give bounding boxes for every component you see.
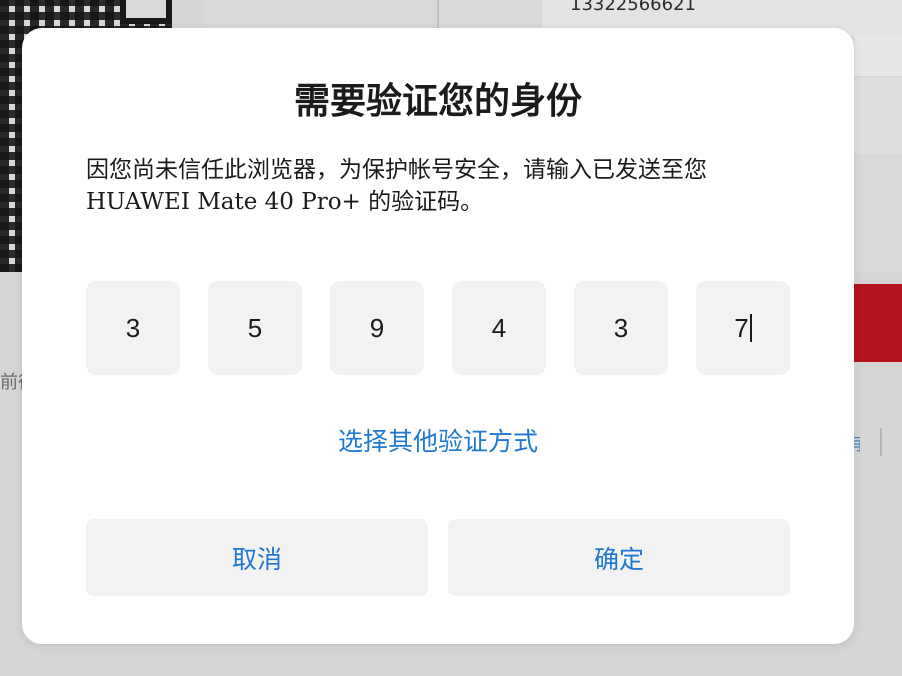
code-digit: 7 (734, 312, 749, 343)
code-digit: 5 (247, 312, 263, 343)
other-verification-method-link[interactable]: 选择其他验证方式 (22, 422, 854, 458)
code-digit: 3 (125, 312, 141, 343)
verification-code-input: 3 5 9 4 3 7 (86, 281, 790, 375)
background-separator (880, 428, 882, 456)
code-digit: 4 (491, 312, 507, 343)
background-row (854, 78, 902, 154)
code-digit-box[interactable]: 3 (86, 281, 180, 375)
background-left-text: 前往 (0, 372, 22, 393)
background-divider (437, 0, 439, 30)
code-digit-box-active[interactable]: 7 (696, 281, 790, 375)
background-row (854, 36, 902, 76)
code-digit: 9 (369, 312, 385, 343)
dialog-title: 需要验证您的身份 (293, 80, 582, 122)
text-caret (749, 314, 752, 342)
code-digit-box[interactable]: 3 (574, 281, 668, 375)
qr-code-corner (120, 0, 172, 24)
code-digit-box[interactable]: 9 (330, 281, 424, 375)
code-digit-box[interactable]: 5 (208, 281, 302, 375)
cancel-button[interactable]: 取消 (86, 519, 428, 596)
code-digit-box[interactable]: 4 (452, 281, 546, 375)
verify-identity-dialog: 需要验证您的身份 因您尚未信任此浏览器，为保护帐号安全，请输入已发送至您 HUA… (22, 28, 854, 644)
code-digit: 3 (613, 312, 629, 343)
dialog-description: 因您尚未信任此浏览器，为保护帐号安全，请输入已发送至您 HUAWEI Mate … (86, 157, 707, 215)
background-red-button (848, 284, 902, 362)
confirm-button[interactable]: 确定 (448, 519, 790, 596)
